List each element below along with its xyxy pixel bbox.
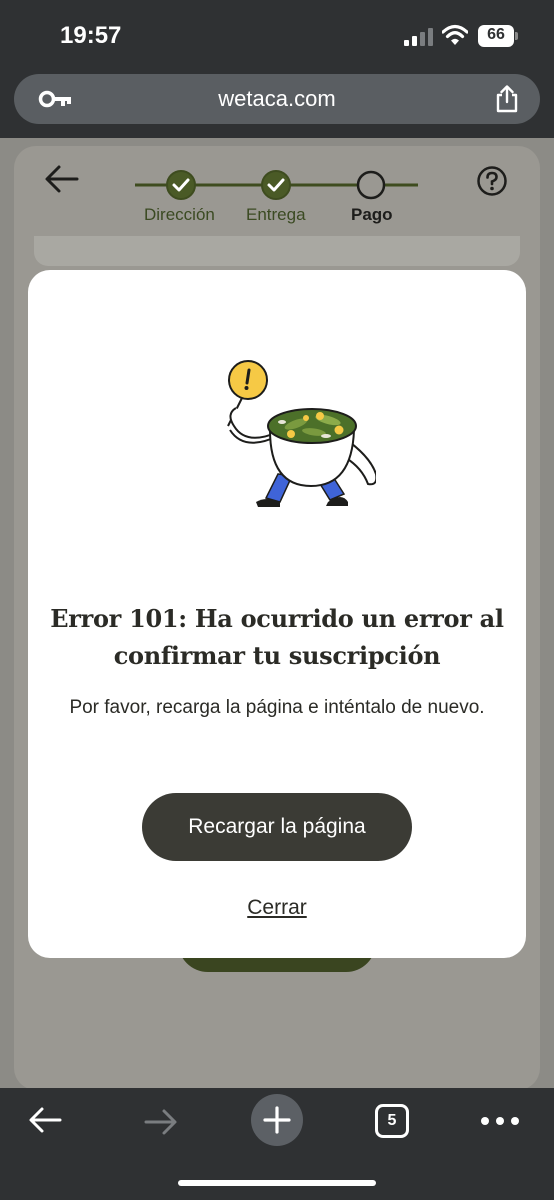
status-time: 19:57	[60, 22, 122, 49]
error-title: Error 101: Ha ocurrido un error al confi…	[50, 604, 504, 670]
status-bar: 19:57 66	[0, 0, 554, 74]
background-form-card	[34, 236, 520, 266]
error-modal: Error 101: Ha ocurrido un error al confi…	[28, 270, 526, 958]
battery-level: 66	[487, 26, 505, 43]
home-indicator	[178, 1180, 376, 1186]
more-icon[interactable]	[480, 1116, 520, 1126]
step-done-icon	[166, 170, 196, 200]
error-message: Por favor, recarga la página e inténtalo…	[69, 697, 485, 718]
step-label-entrega: Entrega	[246, 205, 306, 224]
help-icon[interactable]	[476, 165, 508, 197]
step-current-icon	[356, 170, 386, 200]
wifi-icon	[442, 24, 468, 45]
step-label-direccion: Dirección	[144, 205, 215, 224]
url-text[interactable]: wetaca.com	[14, 86, 540, 112]
close-link[interactable]: Cerrar	[28, 896, 526, 920]
checkout-stepper	[135, 170, 418, 200]
new-tab-button[interactable]	[251, 1094, 303, 1146]
back-icon[interactable]	[28, 1106, 62, 1134]
cellular-signal-icon	[404, 28, 433, 46]
reload-page-button[interactable]: Recargar la página	[142, 793, 412, 861]
battery-icon: 66	[478, 25, 518, 47]
step-done-icon	[261, 170, 291, 200]
forward-icon[interactable]	[144, 1108, 178, 1136]
tabs-button[interactable]: 5	[375, 1104, 409, 1138]
plus-icon	[263, 1106, 291, 1134]
share-icon[interactable]	[494, 85, 520, 113]
walking-salad-bowl-warning-illustration	[227, 360, 376, 507]
address-bar[interactable]: wetaca.com	[14, 74, 540, 124]
back-arrow-icon[interactable]	[44, 164, 80, 194]
step-label-pago: Pago	[351, 205, 393, 224]
